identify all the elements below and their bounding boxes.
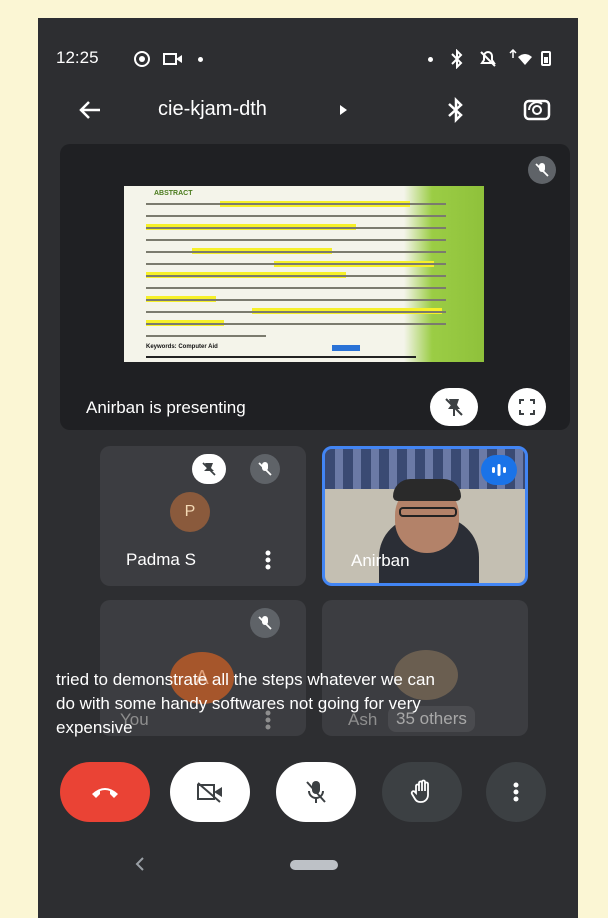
- notification-dot-icon: [428, 57, 433, 62]
- speaking-indicator-icon: [481, 455, 517, 485]
- end-call-button[interactable]: [60, 762, 150, 822]
- nav-back-icon[interactable]: [134, 856, 146, 872]
- bluetooth-audio-icon[interactable]: [444, 96, 468, 124]
- hang-up-icon: [92, 788, 118, 798]
- raise-hand-button[interactable]: [382, 762, 462, 822]
- screen-record-icon: [133, 50, 151, 68]
- caption-line: tried to demonstrate all the steps whate…: [56, 670, 435, 689]
- caption-line: expensive: [56, 718, 133, 737]
- presenter-label: Anirban is presenting: [86, 398, 246, 417]
- avatar: P: [170, 492, 210, 532]
- notification-dot-icon: [198, 57, 203, 62]
- pin-off-icon: [202, 462, 216, 476]
- participant-name: Anirban: [351, 551, 410, 570]
- participant-name: Padma S: [126, 550, 196, 569]
- presented-slide: ABSTRACT Keywords: Computer Aid: [124, 186, 484, 362]
- phone-screen: 12:25 cie-kjam-dth ABSTRACT Keywords: Co…: [38, 18, 578, 918]
- caption-line: do with some handy softwares not going f…: [56, 694, 421, 713]
- back-arrow-icon[interactable]: [76, 96, 104, 124]
- mic-off-icon: [306, 781, 326, 803]
- switch-camera-icon[interactable]: [522, 96, 552, 124]
- meeting-code-title[interactable]: cie-kjam-dth: [158, 98, 267, 121]
- mic-off-icon: [250, 608, 280, 638]
- mute-notifications-icon: [478, 49, 498, 69]
- unpin-button[interactable]: [430, 388, 478, 426]
- presenter-mic-off-icon: [528, 156, 556, 184]
- slide-keywords: Keywords: Computer Aid: [146, 344, 218, 350]
- bluetooth-status-icon: [448, 49, 466, 69]
- slide-heading: ABSTRACT: [154, 190, 193, 197]
- more-options-button[interactable]: [486, 762, 546, 822]
- video-icon: [163, 51, 183, 67]
- presentation-tile[interactable]: ABSTRACT Keywords: Computer Aid Anirban …: [60, 144, 570, 430]
- mic-toggle-button[interactable]: [276, 762, 356, 822]
- pin-off-icon: [445, 398, 463, 416]
- mic-off-icon: [250, 454, 280, 484]
- video-off-icon: [197, 782, 222, 803]
- camera-toggle-button[interactable]: [170, 762, 250, 822]
- participant-tile-anirban[interactable]: Anirban: [322, 446, 528, 586]
- fullscreen-button[interactable]: [508, 388, 546, 426]
- more-vert-icon: [513, 782, 519, 802]
- battery-icon: [541, 51, 551, 66]
- live-captions: tried to demonstrate all the steps whate…: [56, 668, 566, 740]
- fullscreen-icon: [519, 399, 535, 415]
- wifi-icon: [508, 49, 534, 69]
- pin-off-button[interactable]: [192, 454, 226, 484]
- more-options-icon[interactable]: [264, 548, 272, 572]
- caret-right-icon[interactable]: [338, 104, 348, 116]
- hand-icon: [410, 779, 429, 803]
- participant-tile-padma[interactable]: P Padma S: [100, 446, 306, 586]
- home-pill[interactable]: [290, 860, 338, 870]
- status-time: 12:25: [56, 48, 99, 67]
